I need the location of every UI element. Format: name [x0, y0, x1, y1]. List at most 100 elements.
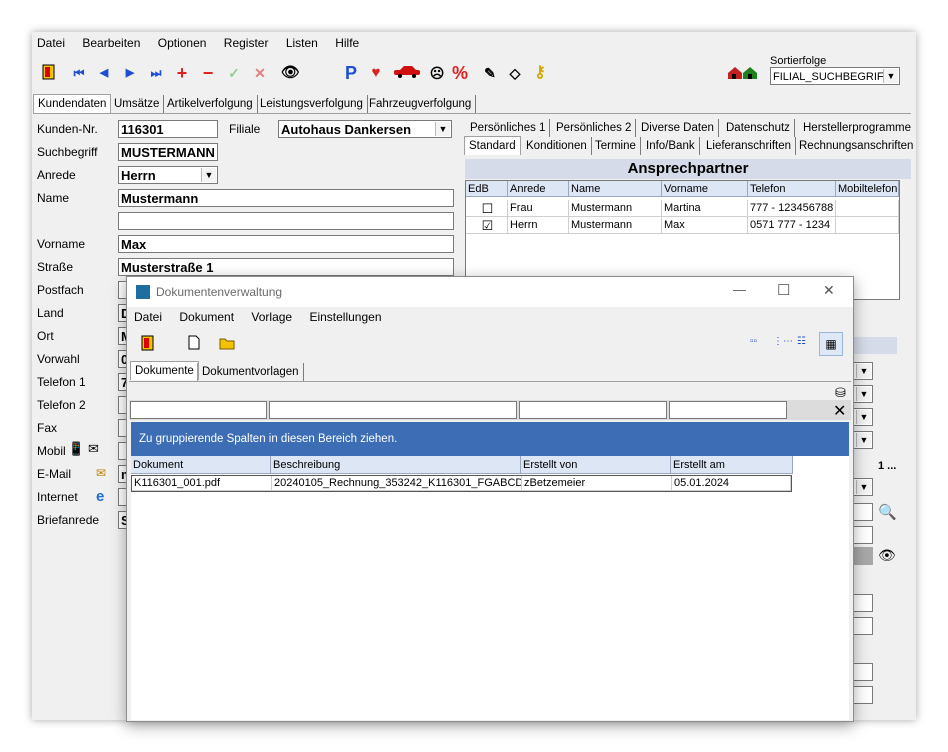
- tab-fahrzeugverfolgung[interactable]: Fahrzeugverfolgung: [365, 95, 477, 113]
- right-field[interactable]: [852, 526, 873, 544]
- p-icon[interactable]: P: [342, 64, 360, 82]
- minimize-button[interactable]: —: [733, 282, 746, 297]
- prev-record-icon[interactable]: ◀: [95, 64, 113, 82]
- col-edb[interactable]: EdB: [466, 181, 508, 197]
- tab-herstellerprogramme[interactable]: Herstellerprogramme: [799, 119, 915, 137]
- houses-icon[interactable]: [727, 64, 759, 82]
- percent-icon[interactable]: %: [451, 64, 469, 82]
- dialog-menu-dokument[interactable]: Dokument: [179, 310, 234, 324]
- database-icon[interactable]: ⛁: [835, 385, 846, 401]
- email-envelope-icon[interactable]: ✉: [96, 466, 106, 480]
- col-dokument[interactable]: Dokument: [131, 456, 271, 474]
- strasse-field[interactable]: Musterstraße 1: [118, 258, 454, 276]
- first-record-icon[interactable]: ⏮: [70, 64, 88, 82]
- right-field[interactable]: [852, 594, 873, 612]
- tab-standard[interactable]: Standard: [464, 136, 521, 155]
- col-telefon[interactable]: Telefon: [748, 181, 836, 197]
- dialog-menu-vorlage[interactable]: Vorlage: [251, 310, 292, 324]
- sms-icon[interactable]: ✉: [88, 441, 99, 457]
- tab-leistungsverfolgung[interactable]: Leistungsverfolgung: [256, 95, 368, 113]
- tab-diverse-daten[interactable]: Diverse Daten: [637, 119, 719, 137]
- vorname-field[interactable]: Max: [118, 235, 454, 253]
- edb-checkbox[interactable]: ☐: [466, 200, 508, 217]
- car-icon[interactable]: [392, 64, 422, 82]
- kunden-nr-field[interactable]: 116301: [118, 120, 218, 138]
- col-mobiltelefon[interactable]: Mobiltelefon: [836, 181, 899, 197]
- right-field[interactable]: [852, 686, 873, 704]
- filter-dokument-input[interactable]: [130, 401, 267, 419]
- tab-dokumente[interactable]: Dokumente: [130, 361, 199, 380]
- filter-beschreibung-input[interactable]: [269, 401, 517, 419]
- delete-record-icon[interactable]: −: [199, 64, 217, 82]
- tab-konditionen[interactable]: Konditionen: [522, 137, 592, 155]
- col-erstellt-von[interactable]: Erstellt von: [521, 456, 671, 474]
- dialog-menu-datei[interactable]: Datei: [134, 310, 162, 324]
- filiale-select[interactable]: Autohaus Dankersen ▼: [278, 120, 452, 138]
- tab-lieferanschriften[interactable]: Lieferanschriften: [702, 137, 797, 155]
- add-record-icon[interactable]: +: [173, 64, 191, 82]
- key-icon[interactable]: ⚷: [531, 64, 549, 82]
- right-field[interactable]: [852, 663, 873, 681]
- eye-icon[interactable]: 👁: [878, 547, 896, 564]
- broom-icon[interactable]: ✎: [481, 64, 499, 82]
- menu-hilfe[interactable]: Hilfe: [335, 36, 359, 50]
- table-row[interactable]: K116301_001.pdf 20240105_Rechnung_353242…: [131, 475, 792, 492]
- right-select[interactable]: ▼: [852, 362, 873, 380]
- menu-bearbeiten[interactable]: Bearbeiten: [82, 36, 140, 50]
- col-beschreibung[interactable]: Beschreibung: [271, 456, 521, 474]
- filter-erstellt-am-input[interactable]: [669, 401, 787, 419]
- mobil-phone-icon[interactable]: 📱: [68, 441, 84, 457]
- right-select[interactable]: ▼: [852, 431, 873, 449]
- sort-select[interactable]: FILIAL_SUCHBEGRIFF ▼: [770, 67, 900, 85]
- internet-explorer-icon[interactable]: e: [96, 488, 104, 505]
- tab-info-bank[interactable]: Info/Bank: [642, 137, 700, 155]
- clear-filter-icon[interactable]: ✕: [833, 401, 846, 421]
- tab-termine[interactable]: Termine: [591, 137, 641, 155]
- edb-checkbox[interactable]: ☑: [466, 217, 508, 234]
- right-field[interactable]: [852, 617, 873, 635]
- confirm-icon[interactable]: ✓: [225, 64, 243, 82]
- anrede-select[interactable]: Herrn ▼: [118, 166, 218, 184]
- last-record-icon[interactable]: ⏭: [147, 64, 165, 82]
- name2-field[interactable]: [118, 212, 454, 230]
- close-button[interactable]: ✕: [823, 282, 835, 299]
- right-select[interactable]: ▼: [852, 385, 873, 403]
- right-select[interactable]: ▼: [852, 478, 873, 496]
- cancel-icon[interactable]: ✕: [251, 64, 269, 82]
- filter-erstellt-von-input[interactable]: [519, 401, 667, 419]
- menu-listen[interactable]: Listen: [286, 36, 318, 50]
- eye-icon[interactable]: 👁: [281, 64, 300, 82]
- maximize-button[interactable]: ☐: [777, 281, 790, 299]
- right-field[interactable]: [852, 503, 873, 521]
- tab-rechnungsanschriften[interactable]: Rechnungsanschriften: [795, 137, 917, 155]
- right-select[interactable]: ▼: [852, 408, 873, 426]
- tab-datenschutz[interactable]: Datenschutz: [722, 119, 795, 137]
- exit-door-icon[interactable]: [40, 64, 58, 82]
- open-folder-icon[interactable]: [219, 335, 237, 353]
- eraser-icon[interactable]: ◇: [506, 64, 524, 82]
- menu-datei[interactable]: Datei: [37, 36, 65, 50]
- view-details-icon[interactable]: ▦: [819, 332, 843, 356]
- magnifier-icon[interactable]: 🔍: [878, 503, 897, 521]
- next-record-icon[interactable]: ▶: [121, 64, 139, 82]
- tab-kundendaten[interactable]: Kundendaten: [33, 94, 112, 113]
- suchbegriff-field[interactable]: MUSTERMANN: [118, 143, 218, 161]
- col-anrede[interactable]: Anrede: [508, 181, 569, 197]
- view-tree-icon[interactable]: ⋮⋯: [773, 336, 793, 347]
- tab-umsaetze[interactable]: Umsätze: [110, 95, 165, 113]
- tab-dokumentvorlagen[interactable]: Dokumentvorlagen: [197, 363, 304, 381]
- dialog-menu-einstellungen[interactable]: Einstellungen: [309, 310, 381, 324]
- exit-door-icon[interactable]: [141, 335, 155, 354]
- col-vorname[interactable]: Vorname: [662, 181, 748, 197]
- tab-persoenliches-1[interactable]: Persönliches 1: [466, 119, 551, 137]
- col-erstellt-am[interactable]: Erstellt am: [671, 456, 793, 474]
- menu-optionen[interactable]: Optionen: [158, 36, 207, 50]
- tab-artikelverfolgung[interactable]: Artikelverfolgung: [163, 95, 258, 113]
- name-field[interactable]: Mustermann: [118, 189, 454, 207]
- menu-register[interactable]: Register: [224, 36, 269, 50]
- col-name[interactable]: Name: [569, 181, 662, 197]
- face-icon[interactable]: ☹: [428, 64, 446, 82]
- heart-icon[interactable]: ♥: [367, 64, 385, 82]
- new-document-icon[interactable]: [188, 335, 200, 353]
- tab-persoenliches-2[interactable]: Persönliches 2: [552, 119, 637, 137]
